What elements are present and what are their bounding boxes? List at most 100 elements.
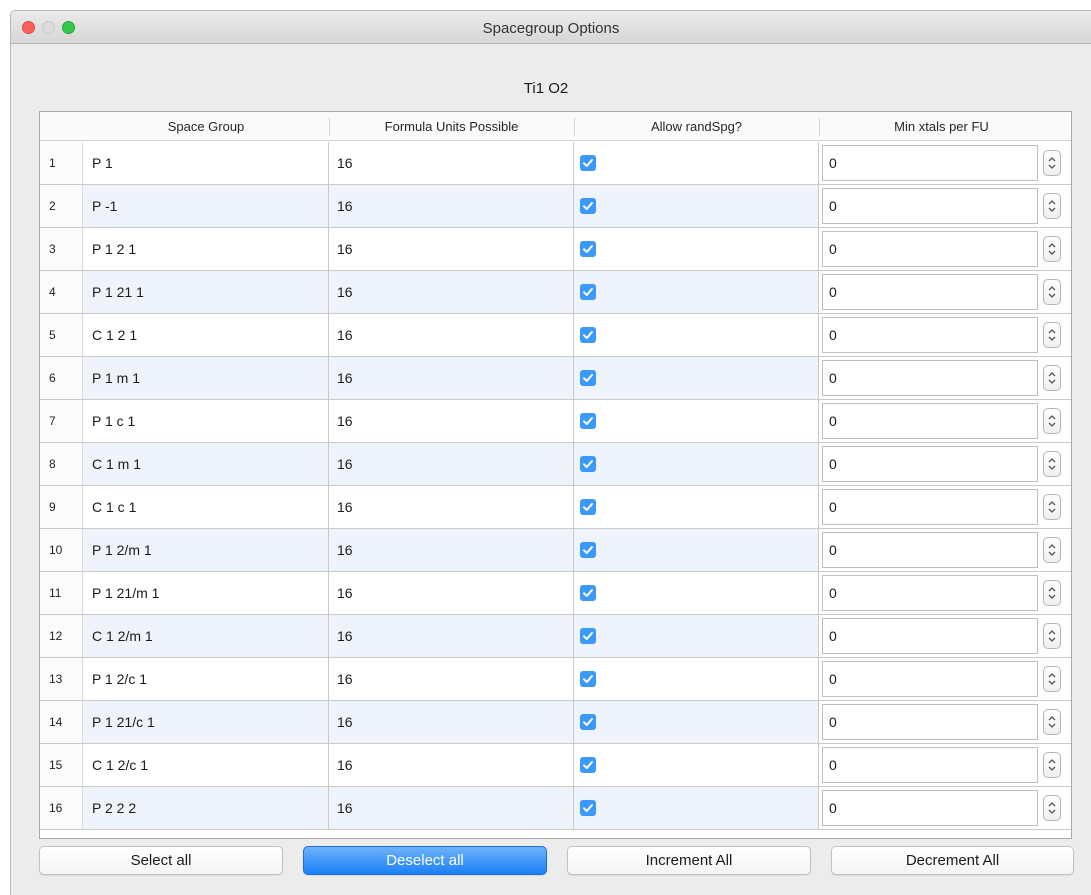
- table-row[interactable]: 1P 1 16 0: [40, 142, 1071, 185]
- stepper-arrows-icon[interactable]: [1043, 365, 1061, 391]
- min-xtals-input[interactable]: 0: [822, 231, 1038, 267]
- stepper-arrows-icon[interactable]: [1043, 279, 1061, 305]
- formula-units-cell[interactable]: 16: [329, 658, 574, 700]
- allow-randspg-checkbox[interactable]: [580, 327, 596, 343]
- stepper-arrows-icon[interactable]: [1043, 666, 1061, 692]
- formula-units-cell[interactable]: 16: [329, 443, 574, 485]
- formula-units-cell[interactable]: 16: [329, 185, 574, 227]
- table-row[interactable]: 14 P 1 21/c 1 16 0: [40, 701, 1071, 744]
- header-min-xtals[interactable]: Min xtals per FU: [819, 112, 1064, 141]
- allow-randspg-checkbox[interactable]: [580, 542, 596, 558]
- select-all-button[interactable]: Select all: [39, 846, 283, 875]
- stepper-arrows-icon[interactable]: [1043, 408, 1061, 434]
- table-row[interactable]: 8C 1 m 1 16 0: [40, 443, 1071, 486]
- allow-randspg-checkbox[interactable]: [580, 800, 596, 816]
- stepper-arrows-icon[interactable]: [1043, 709, 1061, 735]
- allow-randspg-checkbox[interactable]: [580, 370, 596, 386]
- allow-randspg-checkbox[interactable]: [580, 198, 596, 214]
- allow-randspg-checkbox[interactable]: [580, 241, 596, 257]
- stepper-arrows-icon[interactable]: [1043, 193, 1061, 219]
- allow-randspg-checkbox[interactable]: [580, 671, 596, 687]
- min-xtals-input[interactable]: 0: [822, 274, 1038, 310]
- allow-randspg-checkbox[interactable]: [580, 456, 596, 472]
- stepper-arrows-icon[interactable]: [1043, 623, 1061, 649]
- min-xtals-input[interactable]: 0: [822, 317, 1038, 353]
- space-group-cell[interactable]: P 1: [83, 142, 329, 184]
- allow-randspg-checkbox[interactable]: [580, 585, 596, 601]
- table-row[interactable]: 10 P 1 2/m 1 16 0: [40, 529, 1071, 572]
- table-row[interactable]: 6P 1 m 1 16 0: [40, 357, 1071, 400]
- table-row[interactable]: 11 P 1 21/m 1 16 0: [40, 572, 1071, 615]
- formula-units-cell[interactable]: 16: [329, 787, 574, 829]
- space-group-cell[interactable]: P 1 21 1: [83, 271, 329, 313]
- space-group-cell[interactable]: P -1: [83, 185, 329, 227]
- formula-units-cell[interactable]: 16: [329, 271, 574, 313]
- table-row[interactable]: 13 P 1 2/c 1 16 0: [40, 658, 1071, 701]
- formula-units-cell[interactable]: 16: [329, 701, 574, 743]
- table-row[interactable]: 16 P 2 2 2 16 0: [40, 787, 1071, 830]
- space-group-cell[interactable]: C 1 c 1: [83, 486, 329, 528]
- space-group-cell[interactable]: P 1 c 1: [83, 400, 329, 442]
- table-row[interactable]: 4P 1 21 1 16 0: [40, 271, 1071, 314]
- allow-randspg-checkbox[interactable]: [580, 757, 596, 773]
- allow-randspg-checkbox[interactable]: [580, 284, 596, 300]
- min-xtals-input[interactable]: 0: [822, 446, 1038, 482]
- table-row[interactable]: 12 C 1 2/m 1 16 0: [40, 615, 1071, 658]
- formula-units-cell[interactable]: 16: [329, 228, 574, 270]
- min-xtals-input[interactable]: 0: [822, 360, 1038, 396]
- formula-units-cell[interactable]: 16: [329, 529, 574, 571]
- min-xtals-input[interactable]: 0: [822, 618, 1038, 654]
- formula-units-cell[interactable]: 16: [329, 615, 574, 657]
- min-xtals-input[interactable]: 0: [822, 489, 1038, 525]
- allow-randspg-checkbox[interactable]: [580, 413, 596, 429]
- table-row[interactable]: 5C 1 2 1 16 0: [40, 314, 1071, 357]
- min-xtals-input[interactable]: 0: [822, 403, 1038, 439]
- allow-randspg-checkbox[interactable]: [580, 714, 596, 730]
- formula-units-cell[interactable]: 16: [329, 142, 574, 184]
- formula-units-cell[interactable]: 16: [329, 314, 574, 356]
- stepper-arrows-icon[interactable]: [1043, 795, 1061, 821]
- deselect-all-button[interactable]: Deselect all: [303, 846, 547, 875]
- table-row[interactable]: 2P -1 16 0: [40, 185, 1071, 228]
- allow-randspg-checkbox[interactable]: [580, 499, 596, 515]
- stepper-arrows-icon[interactable]: [1043, 537, 1061, 563]
- space-group-cell[interactable]: P 1 2/c 1: [83, 658, 329, 700]
- table-row[interactable]: 3P 1 2 1 16 0: [40, 228, 1071, 271]
- formula-units-cell[interactable]: 16: [329, 400, 574, 442]
- space-group-cell[interactable]: C 1 m 1: [83, 443, 329, 485]
- space-group-cell[interactable]: C 1 2/c 1: [83, 744, 329, 786]
- stepper-arrows-icon[interactable]: [1043, 752, 1061, 778]
- min-xtals-input[interactable]: 0: [822, 575, 1038, 611]
- header-space-group[interactable]: Space Group: [83, 112, 329, 141]
- table-row[interactable]: 7P 1 c 1 16 0: [40, 400, 1071, 443]
- min-xtals-input[interactable]: 0: [822, 704, 1038, 740]
- header-allow-randspg[interactable]: Allow randSpg?: [574, 112, 819, 141]
- increment-all-button[interactable]: Increment All: [567, 846, 811, 875]
- table-row[interactable]: 15 C 1 2/c 1 16 0: [40, 744, 1071, 787]
- min-xtals-input[interactable]: 0: [822, 661, 1038, 697]
- space-group-cell[interactable]: C 1 2 1: [83, 314, 329, 356]
- min-xtals-input[interactable]: 0: [822, 790, 1038, 826]
- stepper-arrows-icon[interactable]: [1043, 150, 1061, 176]
- header-formula-units[interactable]: Formula Units Possible: [329, 112, 574, 141]
- min-xtals-input[interactable]: 0: [822, 145, 1038, 181]
- stepper-arrows-icon[interactable]: [1043, 451, 1061, 477]
- min-xtals-input[interactable]: 0: [822, 188, 1038, 224]
- space-group-cell[interactable]: P 1 m 1: [83, 357, 329, 399]
- decrement-all-button[interactable]: Decrement All: [831, 846, 1074, 875]
- space-group-cell[interactable]: P 1 2 1: [83, 228, 329, 270]
- space-group-cell[interactable]: C 1 2/m 1: [83, 615, 329, 657]
- space-group-cell[interactable]: P 1 21/m 1: [83, 572, 329, 614]
- stepper-arrows-icon[interactable]: [1043, 580, 1061, 606]
- min-xtals-input[interactable]: 0: [822, 532, 1038, 568]
- space-group-cell[interactable]: P 1 2/m 1: [83, 529, 329, 571]
- formula-units-cell[interactable]: 16: [329, 357, 574, 399]
- table-row[interactable]: 9C 1 c 1 16 0: [40, 486, 1071, 529]
- allow-randspg-checkbox[interactable]: [580, 628, 596, 644]
- allow-randspg-checkbox[interactable]: [580, 155, 596, 171]
- formula-units-cell[interactable]: 16: [329, 744, 574, 786]
- space-group-cell[interactable]: P 2 2 2: [83, 787, 329, 829]
- stepper-arrows-icon[interactable]: [1043, 494, 1061, 520]
- space-group-cell[interactable]: P 1 21/c 1: [83, 701, 329, 743]
- formula-units-cell[interactable]: 16: [329, 572, 574, 614]
